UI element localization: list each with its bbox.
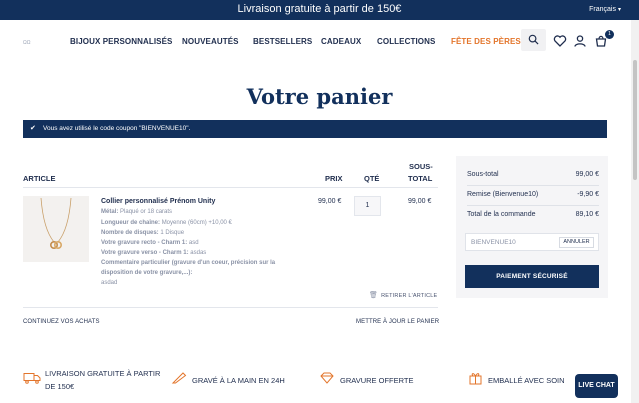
nav-item-bestsellers[interactable]: BESTSELLERS [253,37,312,46]
product-property: Nombre de disques: 1 Disque [101,230,185,236]
nav-item-cadeaux[interactable]: CADEAUX [321,37,361,46]
gift-icon [469,373,482,385]
coupon-notice-text: Vous avez utilisé le code coupon "BIENVE… [43,125,191,132]
summary-subtotal-value: 99,00 € [575,171,599,178]
product-property: Votre gravure verso - Charm 1: asdas [101,250,207,256]
coupon-notice: ✔ Vous avez utilisé le code coupon "BIEN… [23,120,607,138]
scrollbar-thumb[interactable] [633,60,637,180]
summary-subtotal-label: Sous-total [467,171,499,178]
product-property: Commentaire particulier (gravure d'un co… [101,260,276,266]
product-property: Longueur de chaîne: Moyenne (60cm) +10,0… [101,220,232,226]
update-cart-link[interactable]: METTRE À JOUR LE PANIER [356,319,439,325]
continue-shopping-link[interactable]: CONTINUEZ VOS ACHATS [23,319,100,325]
engraving-pen-icon [171,372,187,384]
language-label: Français [589,6,616,13]
announcement-bar: Livraison gratuite à partir de 150€ Fran… [0,0,639,20]
remove-item-button[interactable]: 🗑 RETIRER L'ARTICLE [369,291,437,299]
column-header-subtotal-line2: TOTAL [408,174,433,183]
search-icon [528,34,539,45]
summary-total-label: Total de la commande [467,211,536,218]
summary-total-value: 89,10 € [575,211,599,218]
divider [23,187,438,188]
check-icon: ✔ [30,125,36,132]
nav-item-bijoux-personnalises[interactable]: BIJOUX PERSONNALISÉS [70,37,172,46]
divider [23,307,438,308]
divider [467,205,599,206]
trash-icon: 🗑 [369,292,379,299]
nav-item-collections[interactable]: COLLECTIONS [377,37,435,46]
column-header-price: PRIX [325,174,343,183]
diamond-icon [320,372,334,384]
summary-discount-value: -9,90 € [577,191,599,198]
search-button[interactable] [521,29,546,51]
cancel-coupon-button[interactable]: ANNULER [559,237,594,248]
product-property: asdad [101,280,118,286]
quantity-input[interactable]: 1 [354,196,381,216]
feature-hand-engraved: GRAVÉ À LA MAIN EN 24H [192,376,285,385]
product-property: Métal: Plaqué or 18 carats [101,209,173,215]
logo[interactable]: ΩΩ [23,40,30,46]
feature-free-engraving: GRAVURE OFFERTE [340,376,414,385]
chevron-down-icon: ▾ [617,7,621,13]
announcement-text: Livraison gratuite à partir de 150€ [237,3,402,15]
language-selector[interactable]: Français ▾ [589,6,621,13]
product-image[interactable] [23,196,89,262]
column-header-subtotal-line1: SOUS- [409,162,433,171]
product-property: disposition de votre gravure,...): [101,270,193,276]
column-header-article: ARTICLE [23,174,56,183]
necklace-image [40,197,72,249]
live-chat-button[interactable]: LIVE CHAT [575,374,618,398]
product-property: Votre gravure recto - Charm 1: asd [101,240,199,246]
nav-item-fete-des-peres[interactable]: FÊTE DES PÈRES [451,37,521,46]
feature-free-shipping: LIVRAISON GRATUITE À PARTIR DE 150€ [45,369,161,391]
summary-discount-label: Remise (Bienvenue10) [467,191,539,198]
heart-icon[interactable] [553,34,567,48]
remove-item-label: RETIRER L'ARTICLE [381,293,438,299]
item-price: 99,00 € [318,198,342,205]
secure-payment-button[interactable]: PAIEMENT SÉCURISÉ [465,265,599,288]
site-header: ΩΩ BIJOUX PERSONNALISÉS NOUVEAUTÉS BESTS… [0,20,639,64]
item-subtotal: 99,00 € [408,198,432,205]
divider [467,185,599,186]
coupon-field[interactable]: BIENVENUE10 ANNULER [465,233,599,251]
scrollbar[interactable] [631,20,639,403]
user-icon[interactable] [573,34,587,48]
product-name[interactable]: Collier personnalisé Prénom Unity [101,198,215,205]
cart-count-badge: 1 [605,30,614,39]
feature-gift-wrapped: EMBALLÉ AVEC SOIN [488,376,565,385]
truck-icon [23,373,41,384]
coupon-field-value: BIENVENUE10 [471,239,516,246]
nav-item-nouveautes[interactable]: NOUVEAUTÉS [182,37,239,46]
order-summary: Sous-total 99,00 € Remise (Bienvenue10) … [456,156,608,298]
page-title: Votre panier [246,84,393,109]
column-header-qty: QTÉ [364,174,380,183]
